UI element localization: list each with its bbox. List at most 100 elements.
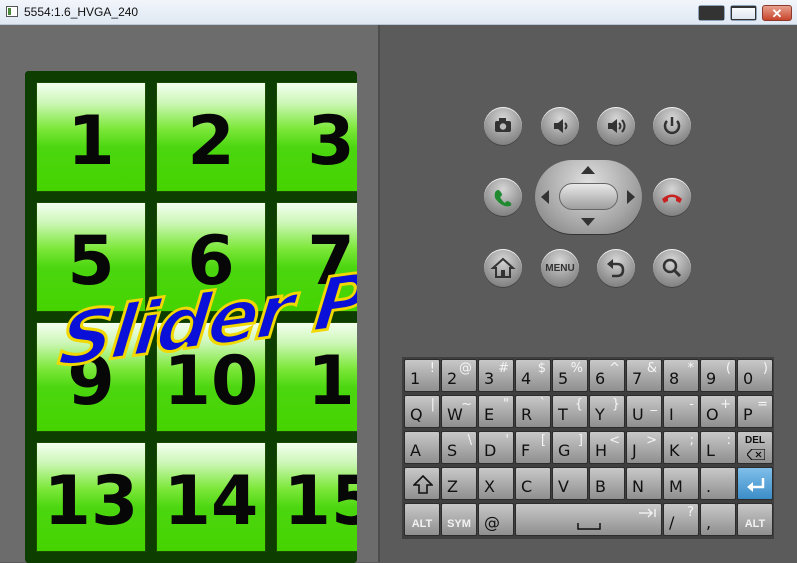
sym-key[interactable]: SYM bbox=[441, 503, 477, 536]
key-main: Q bbox=[410, 405, 423, 424]
key-alt: - bbox=[689, 397, 694, 412]
volume-down-icon bbox=[554, 119, 568, 133]
key-main: , bbox=[706, 513, 712, 532]
enter-key[interactable] bbox=[737, 467, 773, 500]
puzzle-tile[interactable]: 1 bbox=[36, 82, 146, 192]
key-z[interactable]: Z bbox=[441, 467, 477, 500]
shift-key[interactable] bbox=[404, 467, 440, 500]
volume-up-button[interactable] bbox=[597, 107, 635, 145]
key-main: K bbox=[669, 441, 680, 460]
key-g[interactable]: G] bbox=[552, 431, 588, 464]
key-main: 4 bbox=[521, 369, 532, 388]
key-y[interactable]: Y} bbox=[589, 395, 625, 428]
key-x[interactable]: X bbox=[478, 467, 514, 500]
key-alt: = bbox=[757, 397, 768, 412]
home-button[interactable] bbox=[484, 249, 522, 287]
key-9[interactable]: 9( bbox=[700, 359, 736, 392]
alt-label: ALT bbox=[411, 518, 433, 530]
camera-icon bbox=[495, 118, 511, 132]
key-v[interactable]: V bbox=[552, 467, 588, 500]
key-m[interactable]: M bbox=[663, 467, 699, 500]
key-k[interactable]: K; bbox=[663, 431, 699, 464]
key-i[interactable]: I- bbox=[663, 395, 699, 428]
key-c[interactable]: C bbox=[515, 467, 551, 500]
key-at[interactable]: @ bbox=[478, 503, 514, 536]
key-8[interactable]: 8 * bbox=[663, 359, 699, 392]
key-main: D bbox=[484, 441, 497, 460]
puzzle-tile[interactable]: 2 bbox=[156, 82, 266, 192]
key-slash[interactable]: /? bbox=[663, 503, 699, 536]
puzzle-tile[interactable]: 14 bbox=[156, 442, 266, 552]
puzzle-tile[interactable]: 15 bbox=[276, 442, 357, 552]
key-f[interactable]: F[ bbox=[515, 431, 551, 464]
key-0[interactable]: 0) bbox=[737, 359, 773, 392]
key-e[interactable]: E " bbox=[478, 395, 514, 428]
key-alt: } bbox=[611, 397, 620, 412]
search-button[interactable] bbox=[653, 249, 691, 287]
volume-down-button[interactable] bbox=[541, 107, 579, 145]
key-alt: ` bbox=[539, 397, 547, 412]
close-button[interactable]: ✕ bbox=[762, 5, 792, 21]
key-d[interactable]: D ' bbox=[478, 431, 514, 464]
dpad-right-icon[interactable] bbox=[627, 190, 635, 204]
key-r[interactable]: R ` bbox=[515, 395, 551, 428]
key-w[interactable]: W ~ bbox=[441, 395, 477, 428]
key-main: Y bbox=[595, 405, 605, 424]
dpad-center-button[interactable] bbox=[559, 183, 618, 210]
key-alt: { bbox=[574, 397, 583, 412]
key-alt: ! bbox=[429, 361, 435, 376]
emulator-screen-panel: 1 2 3 5 6 7 9 10 1 13 14 15 Slider Puzzl bbox=[0, 25, 380, 563]
puzzle-tile[interactable]: 13 bbox=[36, 442, 146, 552]
delete-label: DEL bbox=[745, 435, 765, 446]
window-titlebar: 5554:1.6_HVGA_240 ✕ bbox=[0, 0, 797, 25]
camera-button[interactable] bbox=[484, 107, 522, 145]
key-l[interactable]: L: bbox=[700, 431, 736, 464]
key-j[interactable]: J > bbox=[626, 431, 662, 464]
key-q[interactable]: Q | bbox=[404, 395, 440, 428]
minimize-button[interactable] bbox=[698, 5, 725, 21]
key-2[interactable]: 2 @ bbox=[441, 359, 477, 392]
key-alt: : bbox=[726, 433, 731, 448]
key-n[interactable]: N bbox=[626, 467, 662, 500]
sym-label: SYM bbox=[447, 518, 471, 530]
space-key[interactable] bbox=[515, 503, 662, 536]
key-main: 3 bbox=[484, 369, 495, 388]
key-main: / bbox=[669, 513, 675, 532]
key-p[interactable]: P = bbox=[737, 395, 773, 428]
key-3[interactable]: 3 # bbox=[478, 359, 514, 392]
power-button[interactable] bbox=[653, 107, 691, 145]
key-alt: [ bbox=[540, 433, 546, 448]
key-a[interactable]: A bbox=[404, 431, 440, 464]
key-period[interactable]: . bbox=[700, 467, 736, 500]
app-icon bbox=[6, 6, 18, 17]
dpad-left-icon[interactable] bbox=[541, 190, 549, 204]
key-t[interactable]: T{ bbox=[552, 395, 588, 428]
key-7[interactable]: 7 & bbox=[626, 359, 662, 392]
key-b[interactable]: B bbox=[589, 467, 625, 500]
key-comma[interactable]: , bbox=[700, 503, 736, 536]
key-h[interactable]: H < bbox=[589, 431, 625, 464]
alt-key-right[interactable]: ALT bbox=[737, 503, 773, 536]
key-4[interactable]: 4 $ bbox=[515, 359, 551, 392]
key-alt: % bbox=[570, 361, 583, 376]
key-u[interactable]: U _ bbox=[626, 395, 662, 428]
key-6[interactable]: 6 ^ bbox=[589, 359, 625, 392]
device-screen[interactable]: 1 2 3 5 6 7 9 10 1 13 14 15 Slider Puzzl bbox=[25, 71, 357, 563]
call-button[interactable] bbox=[484, 178, 522, 216]
key-5[interactable]: 5% bbox=[552, 359, 588, 392]
key-s[interactable]: S \ bbox=[441, 431, 477, 464]
delete-key[interactable]: DEL bbox=[737, 431, 773, 464]
key-main: V bbox=[558, 477, 569, 496]
key-alt: > bbox=[646, 433, 657, 448]
maximize-button[interactable] bbox=[730, 5, 757, 21]
dpad-up-icon[interactable] bbox=[581, 166, 595, 174]
key-1[interactable]: 1! bbox=[404, 359, 440, 392]
key-o[interactable]: O + bbox=[700, 395, 736, 428]
menu-button[interactable]: MENU bbox=[541, 249, 579, 287]
back-button[interactable] bbox=[597, 249, 635, 287]
dpad-down-icon[interactable] bbox=[581, 218, 595, 226]
alt-key-left[interactable]: ALT bbox=[404, 503, 440, 536]
end-call-button[interactable] bbox=[653, 178, 691, 216]
key-main: R bbox=[521, 405, 533, 424]
puzzle-tile[interactable]: 3 bbox=[276, 82, 357, 192]
